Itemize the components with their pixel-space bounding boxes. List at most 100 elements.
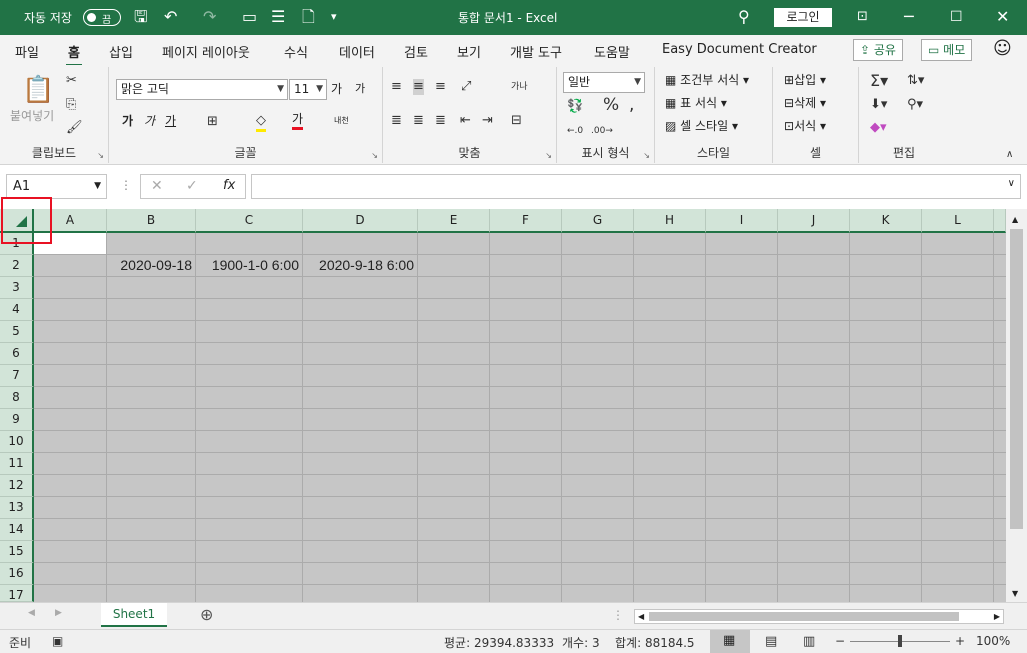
worksheet-grid[interactable]: A B C D E F G H I J K L 1 2 3 4 5 6 7 8 … — [0, 197, 1027, 602]
zoom-out-icon[interactable]: − — [835, 634, 845, 648]
number-launcher-icon[interactable]: ↘ — [643, 151, 650, 160]
horizontal-scroll-thumb[interactable] — [649, 612, 959, 621]
copy-icon[interactable]: ⎘ — [66, 97, 76, 113]
column-header-d[interactable]: D — [303, 209, 418, 233]
scroll-left-icon[interactable]: ◀ — [638, 610, 644, 623]
new-icon[interactable]: ▭ — [242, 8, 257, 26]
cut-icon[interactable]: ✂ — [66, 73, 77, 89]
alignment-launcher-icon[interactable]: ↘ — [545, 151, 552, 160]
comments-button[interactable]: ▭ 메모 — [921, 39, 973, 61]
row-header-12[interactable]: 12 — [0, 475, 34, 497]
row-header-6[interactable]: 6 — [0, 343, 34, 365]
scroll-up-icon[interactable]: ▲ — [1012, 215, 1018, 224]
redo-icon[interactable]: ↷ — [203, 8, 216, 26]
document-icon[interactable]: 🗋 — [302, 8, 315, 26]
horizontal-scrollbar[interactable]: ◀ ▶ — [634, 609, 1004, 624]
tab-file[interactable]: 파일 — [15, 42, 39, 61]
tab-insert[interactable]: 삽입 — [109, 42, 133, 61]
row-header-7[interactable]: 7 — [0, 365, 34, 387]
percent-icon[interactable]: % — [603, 97, 619, 114]
name-box[interactable]: A1 ▼ — [6, 174, 107, 199]
format-cells-button[interactable]: ⊡서식 ▾ — [784, 117, 826, 135]
paste-button[interactable]: 붙여넣기 — [10, 107, 54, 125]
format-as-table-button[interactable]: ▦ 표 서식 ▾ — [665, 94, 727, 112]
scroll-right-icon[interactable]: ▶ — [994, 610, 1000, 623]
column-header-j[interactable]: J — [778, 209, 850, 233]
cancel-icon[interactable]: ✕ — [151, 178, 163, 194]
align-middle-icon[interactable]: ≡ — [413, 79, 424, 95]
zoom-slider-thumb[interactable] — [898, 635, 902, 647]
fill-icon[interactable]: ⬇▾ — [870, 97, 887, 113]
delete-cells-button[interactable]: ⊟삭제 ▾ — [784, 94, 826, 112]
row-header-2[interactable]: 2 — [0, 255, 34, 277]
insert-function-icon[interactable]: fx — [223, 178, 235, 193]
italic-button[interactable]: 가 — [144, 112, 155, 130]
tab-formulas[interactable]: 수식 — [284, 42, 308, 61]
cell-c2[interactable]: 1900-1-0 6:00 — [195, 254, 302, 276]
find-select-icon[interactable]: ⚲▾ — [907, 97, 923, 113]
sheet-tab-sheet1[interactable]: Sheet1 — [101, 603, 167, 627]
add-sheet-icon[interactable]: ⊕ — [200, 605, 213, 624]
tab-data[interactable]: 데이터 — [339, 42, 375, 61]
increase-decimal-icon[interactable]: ←.0 — [567, 123, 583, 139]
formula-input[interactable]: ∨ — [251, 174, 1021, 199]
shrink-font-button[interactable]: 가 — [355, 80, 365, 98]
column-header-i[interactable]: I — [706, 209, 778, 233]
enter-icon[interactable]: ✓ — [186, 178, 198, 194]
vertical-scroll-thumb[interactable] — [1010, 229, 1023, 529]
next-sheet-icon[interactable]: ▶ — [55, 608, 62, 618]
align-top-icon[interactable]: ≡ — [391, 79, 402, 95]
tab-developer[interactable]: 개발 도구 — [510, 42, 562, 61]
row-header-3[interactable]: 3 — [0, 277, 34, 299]
vertical-scrollbar[interactable]: ▲ ▼ — [1006, 209, 1027, 602]
tab-help[interactable]: 도움말 — [594, 42, 630, 61]
column-header-c[interactable]: C — [196, 209, 303, 233]
zoom-in-icon[interactable]: + — [955, 634, 965, 648]
fill-color-icon[interactable]: ◇ — [256, 113, 266, 132]
align-center-icon[interactable]: ≣ — [413, 113, 424, 129]
format-painter-icon[interactable]: 🖌 — [66, 120, 83, 136]
orientation-icon[interactable]: ⤢ — [461, 79, 471, 95]
increase-indent-icon[interactable]: ⇥ — [482, 113, 493, 129]
search-icon[interactable]: ⚲ — [738, 8, 750, 26]
merge-center-icon[interactable]: ⊟ — [511, 113, 522, 129]
conditional-format-button[interactable]: ▦ 조건부 서식 ▾ — [665, 71, 749, 89]
cell-styles-button[interactable]: ▨ 셀 스타일 ▾ — [665, 117, 738, 135]
row-header-9[interactable]: 9 — [0, 409, 34, 431]
decrease-decimal-icon[interactable]: .00→ — [591, 123, 613, 139]
maximize-icon[interactable]: ☐ — [950, 8, 963, 26]
align-left-icon[interactable]: ≣ — [391, 113, 402, 129]
accounting-icon[interactable]: 💱 — [567, 99, 583, 115]
zoom-level[interactable]: 100% — [976, 634, 1010, 648]
clipboard-launcher-icon[interactable]: ↘ — [97, 151, 104, 160]
font-name-combo[interactable]: 맑은 고딕 ▼ — [116, 79, 288, 100]
form-icon[interactable]: ☰ — [271, 8, 285, 26]
insert-cells-button[interactable]: ⊞삽입 ▾ — [784, 71, 826, 89]
customize-icon[interactable]: ▾ — [331, 8, 337, 26]
sort-filter-icon[interactable]: ⇅▾ — [907, 73, 924, 89]
font-color-button[interactable]: 가 — [292, 112, 304, 130]
column-header-h[interactable]: H — [634, 209, 706, 233]
row-header-13[interactable]: 13 — [0, 497, 34, 519]
scroll-down-icon[interactable]: ▼ — [1012, 589, 1018, 598]
page-layout-view-icon[interactable]: ▤ — [765, 634, 777, 649]
decrease-indent-icon[interactable]: ⇤ — [460, 113, 471, 129]
clear-icon[interactable]: ◆▾ — [870, 120, 887, 136]
column-header-f[interactable]: F — [490, 209, 562, 233]
row-header-8[interactable]: 8 — [0, 387, 34, 409]
column-header-l[interactable]: L — [922, 209, 994, 233]
border-icon[interactable]: ⊞ — [207, 114, 218, 130]
undo-icon[interactable]: ↶ — [164, 8, 177, 26]
row-header-17[interactable]: 17 — [0, 585, 34, 602]
underline-button[interactable]: 가 — [165, 112, 176, 130]
comma-icon[interactable]: , — [629, 97, 634, 114]
page-break-view-icon[interactable]: ▥ — [803, 634, 815, 649]
tab-review[interactable]: 검토 — [404, 42, 428, 61]
row-header-14[interactable]: 14 — [0, 519, 34, 541]
prev-sheet-icon[interactable]: ◀ — [28, 608, 35, 618]
column-header-k[interactable]: K — [850, 209, 922, 233]
tab-page-layout[interactable]: 페이지 레이아웃 — [162, 42, 250, 61]
align-right-icon[interactable]: ≣ — [435, 113, 446, 129]
splitter-icon[interactable]: ⋮ — [612, 608, 624, 622]
normal-view-button[interactable]: ▦ — [710, 630, 750, 653]
